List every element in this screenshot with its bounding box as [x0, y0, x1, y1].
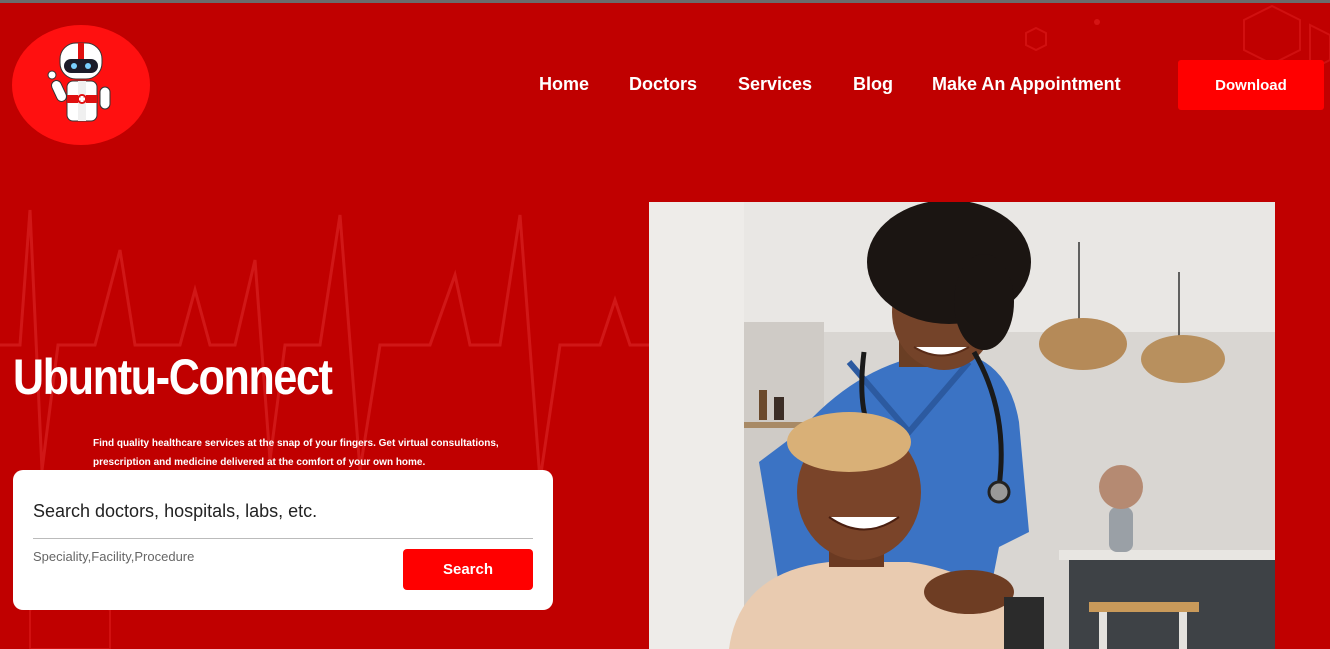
search-hint: Speciality,Facility,Procedure — [33, 549, 195, 564]
nav-blog[interactable]: Blog — [853, 74, 893, 95]
search-card: Speciality,Facility,Procedure Search — [13, 470, 553, 610]
hero-image — [649, 202, 1275, 649]
brand-logo[interactable] — [12, 25, 150, 145]
nav-services[interactable]: Services — [738, 74, 812, 95]
nav-home[interactable]: Home — [539, 74, 589, 95]
search-input[interactable] — [33, 490, 533, 539]
nav-make-appointment[interactable]: Make An Appointment — [932, 74, 1121, 95]
window-top-border — [0, 0, 1330, 3]
search-button[interactable]: Search — [403, 549, 533, 590]
robot-doctor-icon — [47, 42, 111, 122]
hero-description: Find quality healthcare services at the … — [93, 434, 533, 472]
nurse-patient-photo — [649, 202, 1275, 649]
hero-title: Ubuntu-Connect — [13, 349, 333, 405]
nav-doctors[interactable]: Doctors — [629, 74, 697, 95]
download-button[interactable]: Download — [1178, 60, 1324, 110]
hero-description-line-1: Find quality healthcare services at the … — [93, 438, 499, 449]
